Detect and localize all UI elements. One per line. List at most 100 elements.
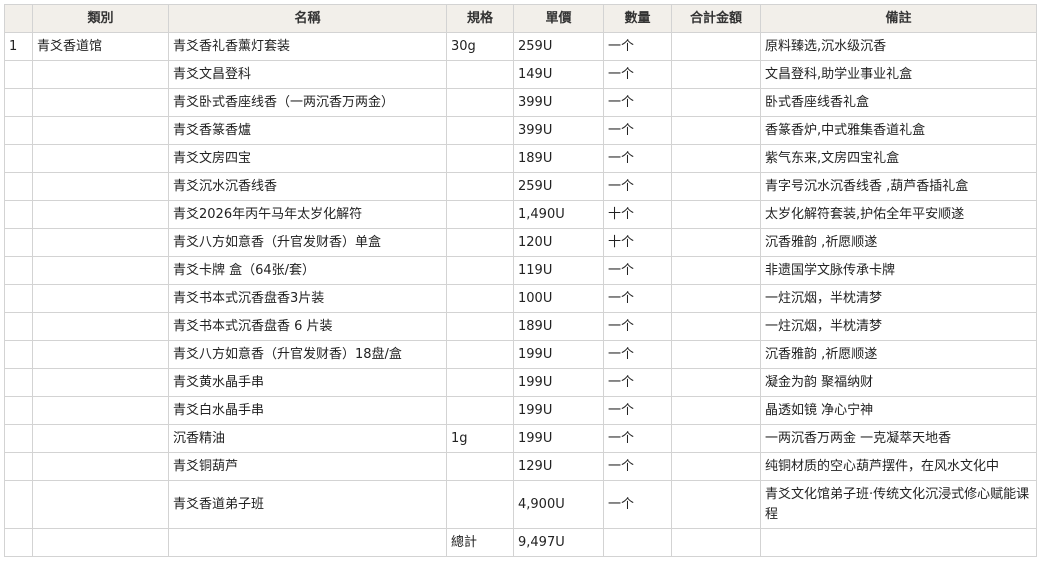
cell-price[interactable]: 129U [513, 452, 604, 481]
cell-note[interactable]: 一两沉香万两金 一克凝萃天地香 [760, 424, 1037, 453]
cell-quantity[interactable]: 一个 [603, 172, 672, 201]
cell-name[interactable]: 青爻书本式沉香盘香 6 片装 [168, 312, 447, 341]
cell-category[interactable] [32, 88, 169, 117]
total-cell-note[interactable] [760, 528, 1037, 557]
cell-note[interactable]: 青字号沉水沉香线香 ,葫芦香插礼盒 [760, 172, 1037, 201]
cell-total[interactable] [671, 396, 761, 425]
cell-name[interactable]: 青爻铜葫芦 [168, 452, 447, 481]
cell-quantity[interactable]: 一个 [603, 88, 672, 117]
cell-quantity[interactable]: 一个 [603, 424, 672, 453]
cell-note[interactable]: 香篆香炉,中式雅集香道礼盒 [760, 116, 1037, 145]
header-quantity[interactable]: 數量 [603, 4, 672, 33]
cell-index[interactable] [4, 340, 33, 369]
cell-note[interactable]: 卧式香座线香礼盒 [760, 88, 1037, 117]
cell-index[interactable] [4, 200, 33, 229]
cell-quantity[interactable]: 一个 [603, 396, 672, 425]
cell-total[interactable] [671, 340, 761, 369]
cell-total[interactable] [671, 480, 761, 529]
cell-category[interactable] [32, 256, 169, 285]
cell-quantity[interactable]: 十个 [603, 200, 672, 229]
cell-price[interactable]: 189U [513, 312, 604, 341]
cell-spec[interactable] [446, 116, 514, 145]
header-price[interactable]: 單價 [513, 4, 604, 33]
cell-index[interactable] [4, 172, 33, 201]
cell-index[interactable] [4, 144, 33, 173]
cell-quantity[interactable]: 一个 [603, 60, 672, 89]
cell-total[interactable] [671, 144, 761, 173]
cell-note[interactable]: 太岁化解符套装,护佑全年平安顺遂 [760, 200, 1037, 229]
cell-price[interactable]: 199U [513, 368, 604, 397]
cell-index[interactable] [4, 60, 33, 89]
cell-category[interactable] [32, 228, 169, 257]
cell-note[interactable]: 晶透如镜 净心宁神 [760, 396, 1037, 425]
total-label[interactable]: 總計 [446, 528, 514, 557]
cell-total[interactable] [671, 368, 761, 397]
cell-name[interactable]: 沉香精油 [168, 424, 447, 453]
cell-name[interactable]: 青爻卧式香座线香（一两沉香万两金） [168, 88, 447, 117]
cell-price[interactable]: 199U [513, 340, 604, 369]
cell-note[interactable]: 一炷沉烟，半枕清梦 [760, 312, 1037, 341]
total-cell-total[interactable] [671, 528, 761, 557]
cell-note[interactable]: 原料臻选,沉水级沉香 [760, 32, 1037, 61]
cell-category[interactable] [32, 144, 169, 173]
cell-quantity[interactable]: 一个 [603, 340, 672, 369]
cell-index[interactable]: 1 [4, 32, 33, 61]
cell-spec[interactable]: 1g [446, 424, 514, 453]
cell-name[interactable]: 青爻书本式沉香盘香3片装 [168, 284, 447, 313]
header-name[interactable]: 名稱 [168, 4, 447, 33]
cell-total[interactable] [671, 116, 761, 145]
header-spec[interactable]: 規格 [446, 4, 514, 33]
cell-price[interactable]: 119U [513, 256, 604, 285]
cell-quantity[interactable]: 一个 [603, 284, 672, 313]
cell-price[interactable]: 4,900U [513, 480, 604, 529]
total-cell-name[interactable] [168, 528, 447, 557]
cell-category[interactable] [32, 452, 169, 481]
cell-spec[interactable] [446, 144, 514, 173]
cell-quantity[interactable]: 一个 [603, 312, 672, 341]
cell-price[interactable]: 189U [513, 144, 604, 173]
total-cell-quantity[interactable] [603, 528, 672, 557]
cell-spec[interactable] [446, 228, 514, 257]
cell-index[interactable] [4, 424, 33, 453]
cell-name[interactable]: 青爻香道弟子班 [168, 480, 447, 529]
cell-quantity[interactable]: 一个 [603, 452, 672, 481]
cell-category[interactable] [32, 284, 169, 313]
cell-total[interactable] [671, 88, 761, 117]
total-cell-category[interactable] [32, 528, 169, 557]
cell-name[interactable]: 青爻香礼香薰灯套装 [168, 32, 447, 61]
cell-name[interactable]: 青爻2026年丙午马年太岁化解符 [168, 200, 447, 229]
cell-price[interactable]: 259U [513, 172, 604, 201]
header-index[interactable] [4, 4, 33, 33]
cell-price[interactable]: 120U [513, 228, 604, 257]
cell-price[interactable]: 149U [513, 60, 604, 89]
cell-category[interactable] [32, 60, 169, 89]
cell-index[interactable] [4, 368, 33, 397]
header-note[interactable]: 備註 [760, 4, 1037, 33]
cell-note[interactable]: 紫气东来,文房四宝礼盒 [760, 144, 1037, 173]
cell-index[interactable] [4, 312, 33, 341]
cell-index[interactable] [4, 228, 33, 257]
cell-category[interactable] [32, 312, 169, 341]
cell-total[interactable] [671, 256, 761, 285]
cell-note[interactable]: 非遗国学文脉传承卡牌 [760, 256, 1037, 285]
cell-spec[interactable] [446, 452, 514, 481]
cell-price[interactable]: 399U [513, 88, 604, 117]
cell-note[interactable]: 青爻文化馆弟子班·传统文化沉浸式修心赋能课程 [760, 480, 1037, 529]
cell-name[interactable]: 青爻白水晶手串 [168, 396, 447, 425]
cell-category[interactable] [32, 172, 169, 201]
cell-category[interactable] [32, 116, 169, 145]
cell-price[interactable]: 199U [513, 396, 604, 425]
cell-total[interactable] [671, 172, 761, 201]
cell-total[interactable] [671, 60, 761, 89]
cell-total[interactable] [671, 228, 761, 257]
cell-total[interactable] [671, 452, 761, 481]
cell-quantity[interactable]: 一个 [603, 32, 672, 61]
cell-spec[interactable] [446, 396, 514, 425]
cell-name[interactable]: 青爻八方如意香（升官发财香）单盒 [168, 228, 447, 257]
cell-name[interactable]: 青爻卡牌 盒（64张/套） [168, 256, 447, 285]
header-total[interactable]: 合計金額 [671, 4, 761, 33]
cell-total[interactable] [671, 200, 761, 229]
cell-name[interactable]: 青爻香篆香爐 [168, 116, 447, 145]
cell-spec[interactable] [446, 340, 514, 369]
cell-price[interactable]: 259U [513, 32, 604, 61]
